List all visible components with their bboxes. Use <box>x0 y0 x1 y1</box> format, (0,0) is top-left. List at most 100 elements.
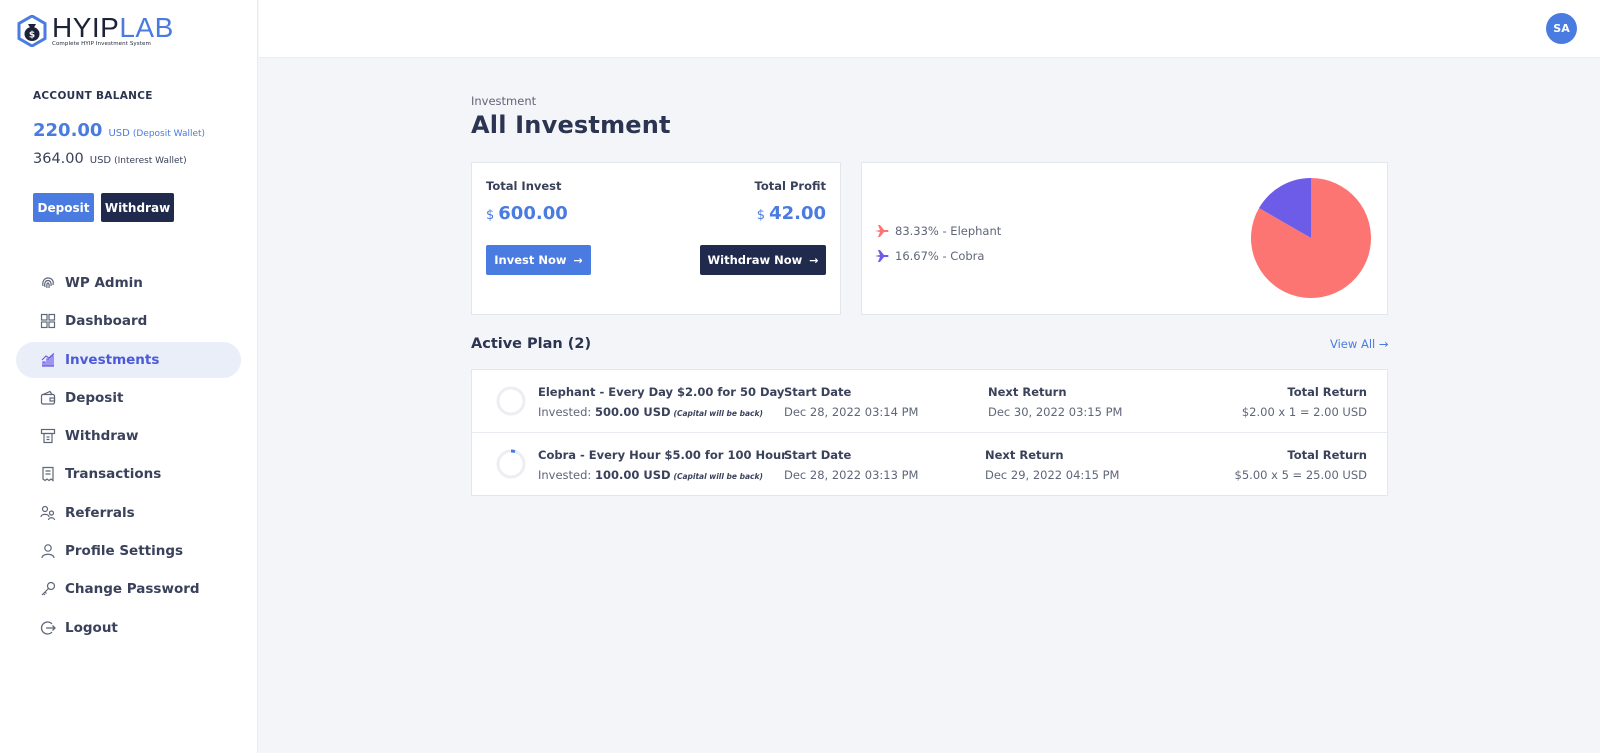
brand-name-a: HYIP <box>52 12 120 43</box>
brand-name-b: LAB <box>119 12 174 43</box>
invested-value: 100.00 USD <box>594 468 671 482</box>
grid-icon <box>39 313 56 330</box>
arrow-right-icon: → <box>1378 337 1389 351</box>
total-invest-currency: $ <box>486 208 495 223</box>
sidebar-item-label: Dashboard <box>65 313 148 330</box>
view-all-link[interactable]: View All → <box>1330 337 1389 351</box>
sidebar-item-referrals[interactable]: Referrals <box>16 495 241 531</box>
progress-ring-track <box>496 449 526 479</box>
capital-note: (Capital will be back) <box>673 472 763 481</box>
legend-text: 83.33% - Elephant <box>895 223 1002 238</box>
next-return-label: Next Return <box>985 448 1064 462</box>
sidebar-item-withdraw[interactable]: Withdraw <box>16 418 241 454</box>
invested-label: Invested: <box>538 468 592 482</box>
chart-growth-icon <box>39 351 56 368</box>
progress-ring <box>496 449 526 479</box>
svg-text:$: $ <box>29 31 35 41</box>
wallet-icon <box>39 389 56 406</box>
sidebar-item-wp-admin[interactable]: WP Admin <box>16 265 241 301</box>
interest-wallet-balance: 364.00 USD (Interest Wallet) <box>33 151 187 167</box>
plan-row[interactable]: Elephant - Every Day $2.00 for 50 Day In… <box>472 370 1387 433</box>
plan-row[interactable]: Cobra - Every Hour $5.00 for 100 Hour In… <box>472 433 1387 496</box>
plan-name: Cobra - Every Hour $5.00 for 100 Hour <box>538 448 787 462</box>
sidebar-item-label: Referrals <box>65 504 135 521</box>
sidebar-item-logout[interactable]: Logout <box>16 610 241 646</box>
receipt-icon <box>39 466 56 483</box>
plan-info: Elephant - Every Day $2.00 for 50 Day In… <box>538 385 784 419</box>
withdraw-now-button[interactable]: Withdraw Now → <box>700 245 826 275</box>
invested-label: Invested: <box>538 405 592 419</box>
next-return-col: Next Return Dec 29, 2022 04:15 PM <box>985 448 1119 482</box>
investment-pie-chart <box>1251 178 1371 298</box>
start-date-value: Dec 28, 2022 03:14 PM <box>784 405 919 419</box>
deposit-wallet-currency: USD <box>108 128 130 139</box>
account-balance-label: ACCOUNT BALANCE <box>33 90 153 102</box>
sidebar-item-label: Deposit <box>65 389 124 406</box>
plan-name: Elephant - Every Day $2.00 for 50 Day <box>538 385 785 399</box>
invest-now-button[interactable]: Invest Now → <box>486 245 591 275</box>
interest-wallet-label: (Interest Wallet) <box>114 156 187 166</box>
deposit-wallet-label: (Deposit Wallet) <box>132 129 206 139</box>
atm-icon <box>39 428 56 445</box>
sidebar-item-label: Change Password <box>65 581 200 598</box>
total-profit-label: Total Profit <box>754 179 826 193</box>
sidebar-item-dashboard[interactable]: Dashboard <box>16 303 241 339</box>
brand-logo[interactable]: $ HYIPLAB Complete HYIP Investment Syste… <box>16 14 174 48</box>
active-plans-list: Elephant - Every Day $2.00 for 50 Day In… <box>471 369 1388 496</box>
start-date-value: Dec 28, 2022 03:13 PM <box>784 468 919 482</box>
start-date-col: Start Date Dec 28, 2022 03:14 PM <box>784 385 918 419</box>
logout-icon <box>39 619 56 636</box>
progress-ring <box>496 386 526 416</box>
plane-icon <box>875 249 889 262</box>
plane-icon <box>875 224 889 237</box>
sidebar-item-label: WP Admin <box>65 275 143 291</box>
total-invest-value: $ 600.00 <box>486 203 568 224</box>
investment-chart-card: 83.33% - Elephant 16.67% - Cobra <box>861 162 1388 315</box>
sidebar-withdraw-button[interactable]: Withdraw <box>101 193 174 222</box>
legend-item-elephant: 83.33% - Elephant <box>875 218 1001 243</box>
total-return-label: Total Return <box>1287 385 1367 399</box>
breadcrumb: Investment <box>471 94 537 108</box>
sidebar-item-deposit[interactable]: Deposit <box>16 380 241 416</box>
money-bag-logo-icon: $ <box>17 15 47 47</box>
plan-info: Cobra - Every Hour $5.00 for 100 Hour In… <box>538 448 787 482</box>
interest-wallet-currency: USD <box>89 155 112 166</box>
view-all-label: View All <box>1330 337 1376 351</box>
deposit-wallet-amount: 220.00 <box>33 120 103 141</box>
fingerprint-icon <box>39 275 56 292</box>
page-title: All Investment <box>471 111 671 139</box>
users-icon <box>39 504 56 521</box>
next-return-value: Dec 30, 2022 03:15 PM <box>988 405 1123 419</box>
sidebar-item-transactions[interactable]: Transactions <box>16 456 241 492</box>
start-date-col: Start Date Dec 28, 2022 03:13 PM <box>784 448 918 482</box>
arrow-right-icon: → <box>573 253 583 267</box>
deposit-wallet-balance: 220.00 USD (Deposit Wallet) <box>33 120 205 141</box>
total-return-value: $2.00 x 1 = 2.00 USD <box>1241 405 1367 419</box>
sidebar-item-profile-settings[interactable]: Profile Settings <box>16 533 241 569</box>
total-invest-label: Total Invest <box>486 179 562 193</box>
active-plan-title: Active Plan (2) <box>471 336 592 352</box>
sidebar-item-change-password[interactable]: Change Password <box>16 571 241 607</box>
interest-wallet-amount: 364.00 <box>33 151 84 167</box>
total-profit-value: $ 42.00 <box>757 203 826 224</box>
investment-summary-card: Total Invest Total Profit $ 600.00 $ 42.… <box>471 162 841 315</box>
legend-item-cobra: 16.67% - Cobra <box>875 243 1001 268</box>
sidebar-item-investments[interactable]: Investments <box>16 341 241 378</box>
total-return-label: Total Return <box>1287 448 1367 462</box>
sidebar-nav: WP Admin Dashboard Investments Deposit W… <box>16 265 241 648</box>
total-return-col: Total Return $2.00 x 1 = 2.00 USD <box>1242 385 1367 419</box>
start-date-label: Start Date <box>784 385 852 399</box>
user-avatar[interactable]: SA <box>1546 13 1577 44</box>
next-return-col: Next Return Dec 30, 2022 03:15 PM <box>988 385 1122 419</box>
total-return-col: Total Return $5.00 x 5 = 25.00 USD <box>1235 448 1367 482</box>
next-return-value: Dec 29, 2022 04:15 PM <box>985 468 1120 482</box>
total-profit-currency: $ <box>756 208 766 223</box>
sidebar-deposit-button[interactable]: Deposit <box>33 193 94 222</box>
start-date-label: Start Date <box>784 448 852 462</box>
chart-legend: 83.33% - Elephant 16.67% - Cobra <box>875 218 1001 268</box>
sidebar-item-label: Investments <box>65 351 160 368</box>
sidebar: $ HYIPLAB Complete HYIP Investment Syste… <box>0 0 258 753</box>
progress-ring-track <box>496 386 526 416</box>
sidebar-item-label: Logout <box>65 619 118 636</box>
sidebar-item-label: Profile Settings <box>65 543 184 560</box>
